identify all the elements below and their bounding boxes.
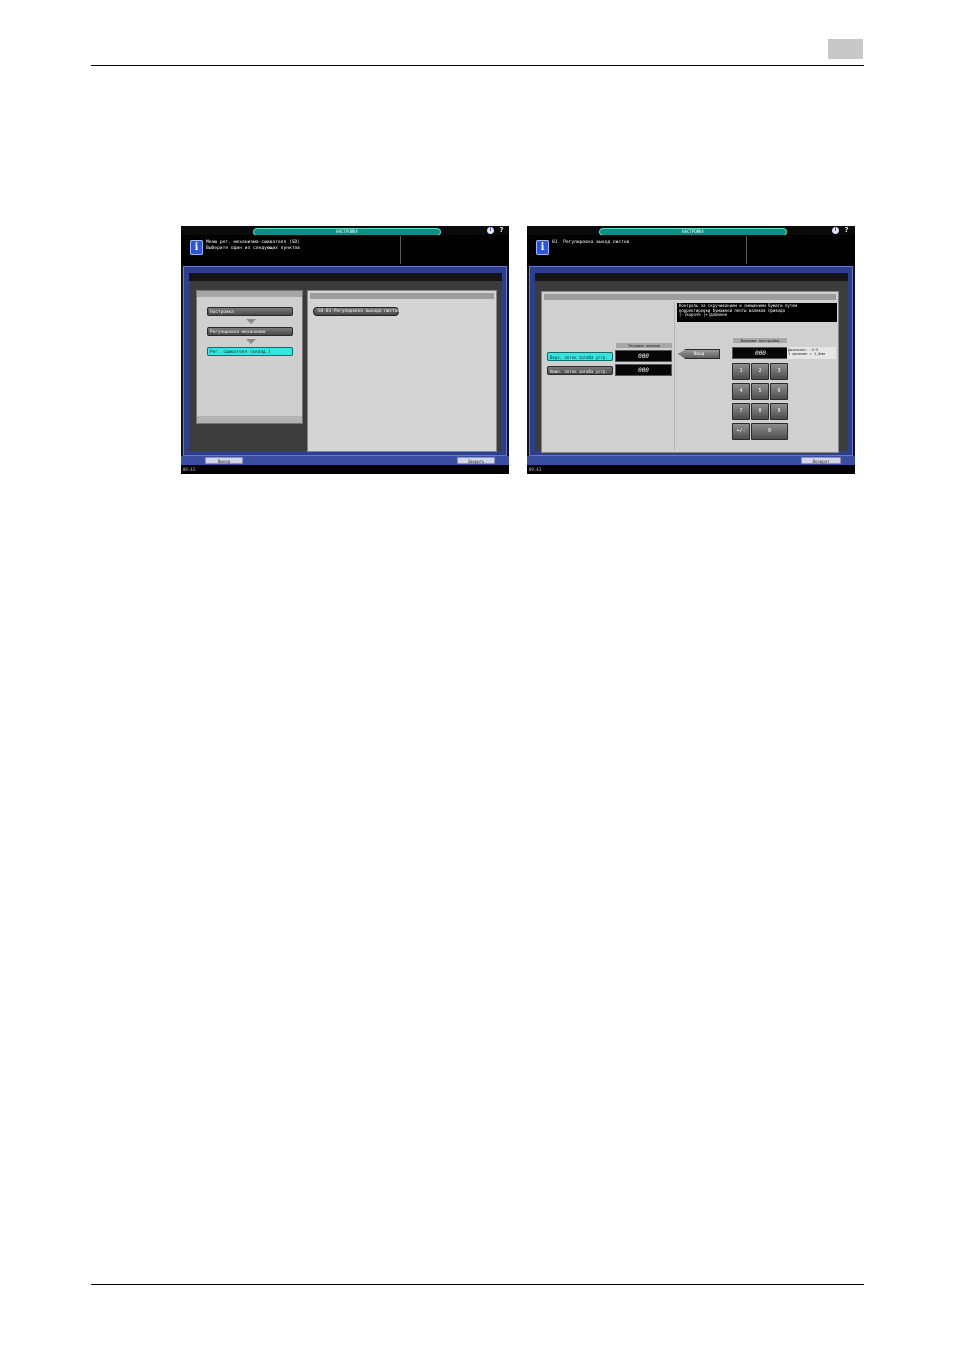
info-icon: i (536, 240, 549, 255)
panel-header (544, 294, 836, 300)
bottom-bar: Возврат (527, 456, 855, 465)
close-button[interactable]: Закрыть (457, 457, 495, 464)
return-button[interactable]: Возврат (801, 457, 841, 464)
step-machine-adjust[interactable]: Регулировка механизма (207, 327, 293, 336)
input-value-display: 000 (732, 347, 789, 359)
help-icon[interactable]: ? (498, 227, 505, 234)
key-plus-minus[interactable]: +/- (732, 423, 750, 440)
frame-header (535, 273, 848, 281)
step-setup[interactable]: Настройка (207, 307, 293, 316)
bottom-bar: Выход Закрыть (181, 456, 509, 465)
breadcrumb-panel: Настройка Регулировка механизма Рег. сши… (196, 290, 303, 424)
key-2[interactable]: 2 (751, 363, 769, 380)
status-time: 09:43 (181, 465, 509, 474)
chevron-down-icon (246, 339, 256, 344)
upper-tray-value: 000 (615, 350, 672, 362)
panel-header (310, 293, 494, 299)
panel-header (197, 291, 302, 297)
adjust-panel: Контроль за скручиванием и смещением бум… (541, 291, 839, 453)
key-1[interactable]: 1 (732, 363, 750, 380)
range-info: Диапазон: -5~5 1 деление = 1,0мм (787, 347, 836, 359)
status-time: 09:43 (527, 465, 855, 474)
chapter-tab (828, 39, 863, 59)
panel-footer (197, 416, 302, 423)
key-0[interactable]: 0 (751, 423, 788, 440)
message-divider (746, 236, 747, 264)
input-settings-header: Входные настройки (733, 338, 787, 343)
help-icon[interactable]: ? (843, 227, 850, 234)
footer-rule (91, 1284, 864, 1285)
lower-tray-button[interactable]: Нижн. лоток загиба устр. (547, 366, 613, 375)
menu-panel: SD-01 Регулировка выхода листов (307, 290, 497, 452)
instruction-note: Контроль за скручиванием и смещением бум… (677, 303, 837, 322)
info-icon[interactable]: i (832, 227, 839, 234)
header-rule (91, 65, 864, 66)
info-icon[interactable]: i (487, 227, 494, 234)
menu-item-button[interactable]: SD-01 Регулировка выхода листов (313, 307, 400, 316)
exit-button[interactable]: Выход (205, 457, 243, 464)
key-3[interactable]: 3 (770, 363, 788, 380)
message-text: 01 Регулировка выход листов (552, 240, 630, 245)
message-divider (400, 236, 401, 264)
upper-tray-button[interactable]: Верх. лоток загиба устр. (547, 352, 613, 361)
message-text: Меню рег. механизма-сшивателя (SD) Выбер… (206, 240, 301, 251)
title-bar: НАСТРОЙКА i ? (527, 226, 855, 236)
key-6[interactable]: 6 (770, 383, 788, 400)
frame-header (189, 273, 502, 281)
chevron-down-icon (246, 319, 256, 324)
lower-tray-value: 000 (615, 364, 672, 376)
left-screen: НАСТРОЙКА i ? i Меню рег. механизма-сшив… (181, 226, 509, 474)
key-8[interactable]: 8 (751, 403, 769, 420)
message-bar: i 01 Регулировка выход листов (527, 235, 855, 266)
step-stapler-adjust[interactable]: Рег. сшивателя (вклад.) (207, 347, 293, 356)
key-7[interactable]: 7 (732, 403, 750, 420)
info-icon: i (190, 240, 203, 255)
title-bar: НАСТРОЙКА i ? (181, 226, 509, 236)
right-screen: НАСТРОЙКА i ? i 01 Регулировка выход лис… (527, 226, 855, 474)
key-5[interactable]: 5 (751, 383, 769, 400)
key-9[interactable]: 9 (770, 403, 788, 420)
key-4[interactable]: 4 (732, 383, 750, 400)
current-data-header: Текущие данные (616, 343, 672, 348)
panel-divider (674, 302, 675, 450)
set-button[interactable]: Ввод (678, 349, 720, 359)
message-bar: i Меню рег. механизма-сшивателя (SD) Выб… (181, 235, 509, 266)
